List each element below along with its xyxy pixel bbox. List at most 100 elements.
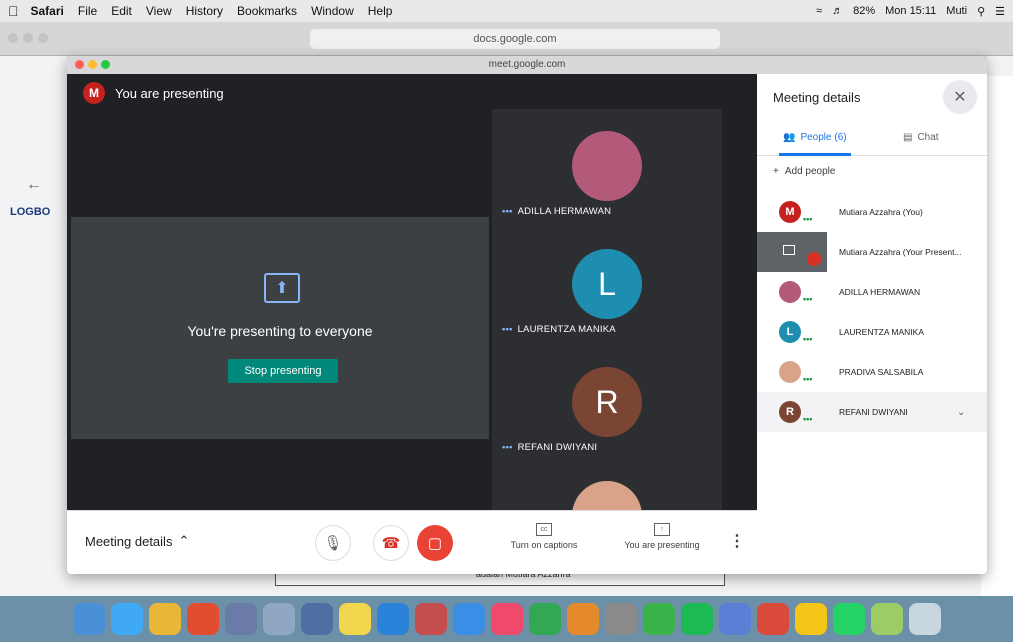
trash-icon[interactable] [908, 603, 941, 635]
participant-name: ••• LAURENTZA MANIKA [502, 324, 616, 335]
menu-bookmarks[interactable]: Bookmarks [237, 4, 297, 18]
notification-center-icon[interactable]: ☰ [995, 5, 1005, 18]
tab-people[interactable]: 👥 People (6) [783, 132, 847, 143]
chevron-up-icon: ⌃ [178, 533, 190, 548]
word-icon[interactable] [718, 603, 751, 635]
speaking-indicator-icon: ••• [502, 324, 513, 335]
presenting-button[interactable]: ↑ You are presenting [617, 523, 707, 550]
facetime-icon[interactable] [528, 603, 561, 635]
menubar-status-area: ≈ ♬ 82% Mon 15:11 Muti ⚲ ☰ [816, 5, 1005, 18]
captions-icon: cc [536, 523, 552, 536]
clock[interactable]: Mon 15:11 [885, 5, 936, 17]
participant-tile[interactable]: ••• ADILLA HERMAWAN [492, 109, 722, 227]
present-icon: ↑ [654, 523, 670, 536]
chat-icon: ▤ [903, 132, 913, 143]
menu-help[interactable]: Help [368, 4, 393, 18]
menu-edit[interactable]: Edit [111, 4, 132, 18]
sticky-icon[interactable] [794, 603, 827, 635]
add-people-label: Add people [784, 166, 836, 177]
participant-name: LAURENTZA MANIKA [839, 327, 925, 337]
chevron-down-icon[interactable]: ⌄ [957, 407, 965, 418]
participant-name: ADILLA HERMAWAN [839, 287, 921, 297]
whatsapp-icon[interactable] [832, 603, 865, 635]
meet-window-controls [75, 60, 110, 69]
menu-file[interactable]: File [78, 4, 97, 18]
leave-call-button[interactable]: ☎ [373, 525, 409, 561]
meeting-details-label: Meeting details [85, 533, 173, 549]
menu-view[interactable]: View [146, 4, 172, 18]
books-icon[interactable] [566, 603, 599, 635]
meeting-stage: M You are presenting ⬆ You're presenting… [67, 74, 757, 510]
close-icon: ✕ [953, 89, 967, 106]
captions-label: Turn on captions [510, 540, 578, 550]
safari-icon[interactable] [110, 603, 143, 635]
list-item[interactable]: L ••• LAURENTZA MANIKA [757, 312, 987, 352]
meet-url: meet.google.com [488, 59, 566, 70]
close-window-icon[interactable] [8, 33, 18, 43]
microphone-button[interactable]: 🎙 [315, 525, 351, 561]
meet-window: meet.google.com M You are presenting ⬆ Y… [67, 56, 987, 574]
apple-menu-icon[interactable]:  [8, 3, 19, 19]
minimize-window-icon[interactable] [23, 33, 33, 43]
meet-zoom-icon[interactable] [101, 60, 110, 69]
participant-tile[interactable]: L ••• LAURENTZA MANIKA [492, 227, 722, 345]
stop-presenting-button[interactable]: Stop presenting [228, 359, 338, 383]
line-icon[interactable] [642, 603, 675, 635]
list-item[interactable]: Mutiara Azzahra (Your Present... [757, 232, 987, 272]
captions-button[interactable]: cc Turn on captions [499, 523, 589, 550]
music-icon[interactable] [490, 603, 523, 635]
user-name[interactable]: Muti [946, 5, 967, 17]
chrome-icon[interactable] [148, 603, 181, 635]
photo-icon[interactable] [300, 603, 333, 635]
rocket-icon[interactable] [262, 603, 295, 635]
add-people-button[interactable]: + Add people [773, 166, 835, 177]
battery-percent[interactable]: 82% [853, 5, 875, 17]
launchpad-icon[interactable] [224, 603, 257, 635]
app-store-icon[interactable] [452, 603, 485, 635]
back-arrow-icon[interactable]: ← [26, 176, 42, 194]
more-icon: ••• [803, 294, 813, 304]
list-item[interactable]: ••• ADILLA HERMAWAN [757, 272, 987, 312]
app-icon[interactable] [870, 603, 903, 635]
camera-button[interactable]: ▢ [417, 525, 453, 561]
presenting-message: You're presenting to everyone [187, 323, 373, 339]
menu-history[interactable]: History [186, 4, 223, 18]
list-item[interactable]: R ••• REFANI DWIYANI ⌄ [757, 392, 987, 432]
list-item[interactable]: M ••• Mutiara Azzahra (You) [757, 192, 987, 232]
meeting-details-toggle[interactable]: Meeting details ⌃ [85, 533, 189, 549]
spotify-icon[interactable] [680, 603, 713, 635]
present-screen-icon: ⬆ [264, 273, 300, 303]
menu-window[interactable]: Window [311, 4, 354, 18]
presenting-label: You are presenting [624, 540, 700, 550]
spotlight-search-icon[interactable]: ⚲ [977, 5, 985, 18]
self-avatar: M [83, 82, 105, 104]
participant-tile[interactable] [492, 463, 722, 510]
participant-tile[interactable]: R ••• REFANI DWIYANI [492, 345, 722, 463]
photo-booth-icon[interactable] [414, 603, 447, 635]
meet-close-icon[interactable] [75, 60, 84, 69]
avatar: L [572, 249, 642, 319]
tab-chat[interactable]: ▤ Chat [903, 132, 939, 143]
more-options-icon[interactable]: ⋮ [729, 531, 745, 551]
menu-app-safari[interactable]: Safari [31, 4, 64, 18]
finder-icon[interactable] [72, 603, 105, 635]
safari-address-bar[interactable]: docs.google.com [310, 29, 720, 49]
opera-icon[interactable] [186, 603, 219, 635]
messages-icon[interactable] [376, 603, 409, 635]
notes-icon[interactable] [338, 603, 371, 635]
mac-menu-bar:  Safari File Edit View History Bookmark… [0, 0, 1013, 22]
people-list: M ••• Mutiara Azzahra (You) Mutiara Azza… [757, 192, 987, 432]
close-panel-button[interactable]: ✕ [943, 80, 977, 114]
mac-dock [0, 596, 1013, 642]
meet-window-titlebar: meet.google.com [67, 56, 987, 74]
meet-minimize-icon[interactable] [88, 60, 97, 69]
list-item[interactable]: ••• PRADIVA SALSABILA [757, 352, 987, 392]
volume-icon[interactable]: ♬ [832, 5, 843, 17]
outline-heading[interactable]: LOGBO [10, 206, 50, 218]
wifi-icon[interactable]: ≈ [816, 5, 822, 17]
avatar [779, 281, 801, 303]
zoom-window-icon[interactable] [38, 33, 48, 43]
people-icon: 👥 [783, 132, 796, 143]
powerpoint-icon[interactable] [756, 603, 789, 635]
system-preferences-icon[interactable] [604, 603, 637, 635]
